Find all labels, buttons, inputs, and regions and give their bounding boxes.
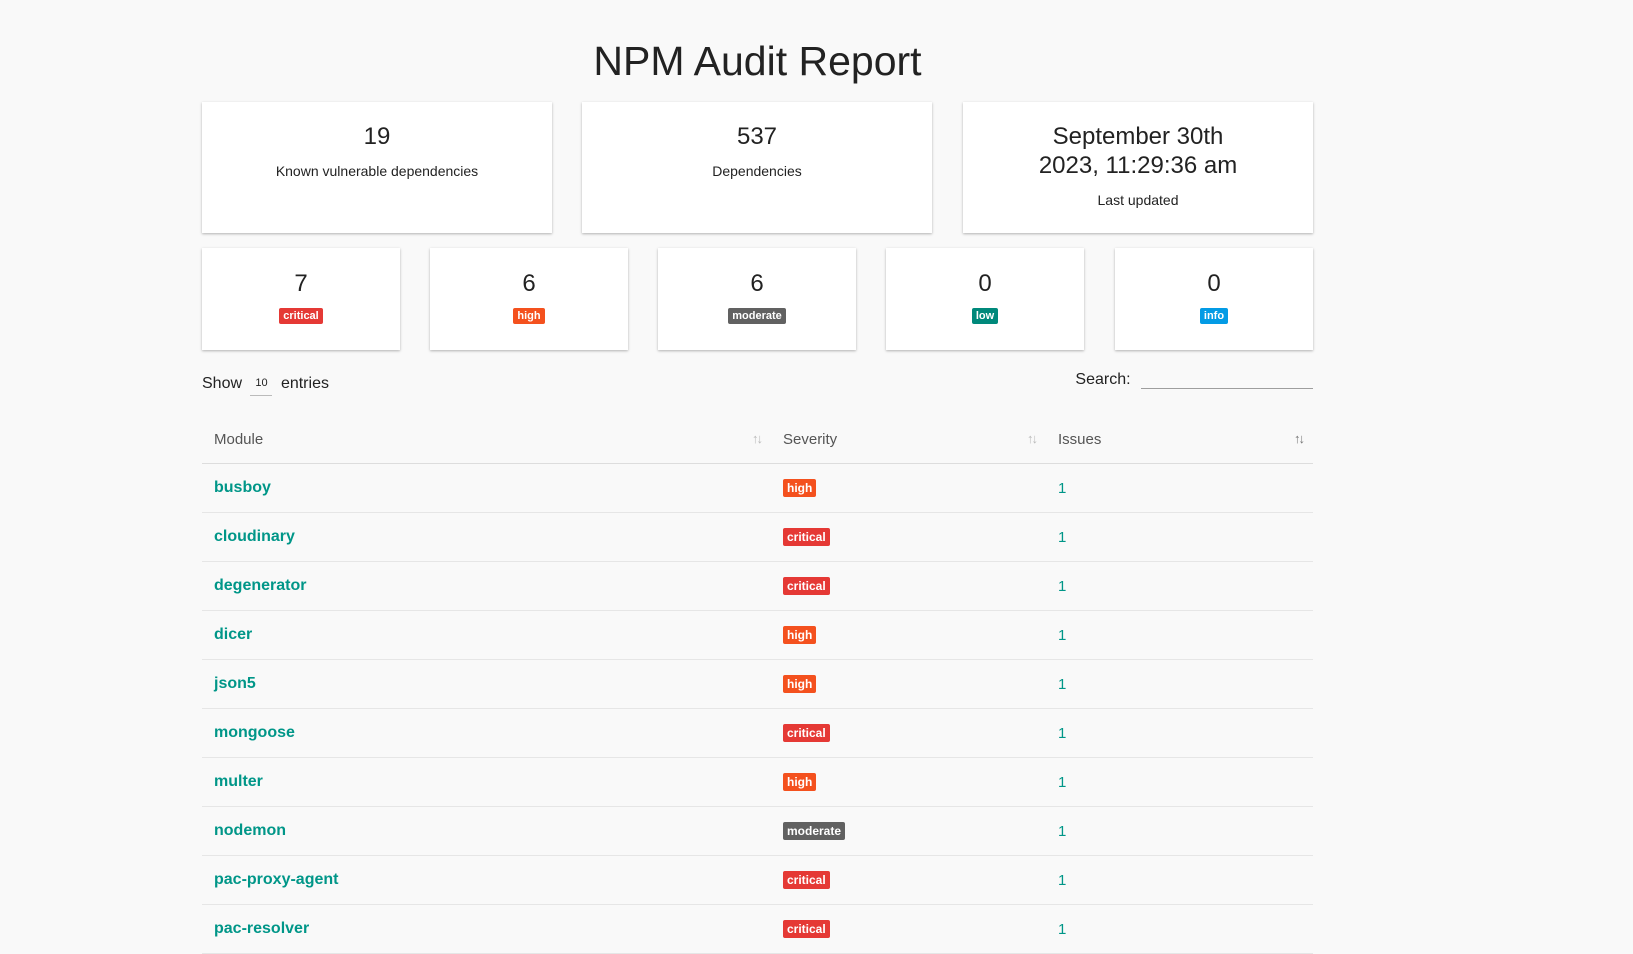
- module-link[interactable]: dicer: [202, 610, 771, 660]
- high-card: 6 high: [430, 248, 628, 350]
- severity-cell: high: [771, 659, 1046, 709]
- module-link[interactable]: nodemon: [202, 806, 771, 856]
- severity-cell: high: [771, 610, 1046, 660]
- table-header-row: Module ↑↓ Severity ↑↓ Issues ↑↓: [202, 415, 1313, 464]
- entries-label: entries: [280, 375, 329, 392]
- critical-badge: critical: [279, 308, 323, 324]
- severity-badge: high: [783, 773, 817, 791]
- module-link[interactable]: degenerator: [202, 561, 771, 611]
- low-card: 0 low: [886, 248, 1084, 350]
- issues-count: 1: [1046, 904, 1313, 954]
- module-link[interactable]: busboy: [202, 463, 771, 513]
- issues-count: 1: [1046, 512, 1313, 562]
- severity-cell: critical: [771, 855, 1046, 905]
- column-header-severity[interactable]: Severity ↑↓: [771, 415, 1046, 464]
- severity-cell: critical: [771, 512, 1046, 562]
- severity-cell: critical: [771, 561, 1046, 611]
- issues-count: 1: [1046, 610, 1313, 660]
- critical-card: 7 critical: [202, 248, 400, 350]
- critical-count: 7: [294, 270, 308, 297]
- page-title: NPM Audit Report: [593, 38, 922, 84]
- vulnerable-dependencies-card: 19 Known vulnerable dependencies: [202, 102, 552, 233]
- severity-badge: critical: [783, 528, 830, 546]
- search-control: Search:: [1075, 370, 1313, 389]
- module-link[interactable]: pac-resolver: [202, 904, 771, 954]
- issues-count: 1: [1046, 708, 1313, 758]
- issues-count: 1: [1046, 806, 1313, 856]
- dependencies-label: Dependencies: [712, 163, 802, 179]
- column-header-module[interactable]: Module ↑↓: [202, 415, 771, 464]
- issues-count: 1: [1046, 757, 1313, 807]
- high-count: 6: [522, 270, 536, 297]
- module-link[interactable]: mongoose: [202, 708, 771, 758]
- dependencies-card: 537 Dependencies: [582, 102, 932, 233]
- last-updated-label: Last updated: [1097, 192, 1179, 208]
- info-card: 0 info: [1115, 248, 1313, 350]
- last-updated-card: September 30th 2023, 11:29:36 am Last up…: [963, 102, 1313, 233]
- last-updated-value: September 30th 2023, 11:29:36 am: [1038, 123, 1238, 179]
- issues-count: 1: [1046, 659, 1313, 709]
- severity-cell: high: [771, 463, 1046, 513]
- info-count: 0: [1207, 270, 1221, 297]
- issues-count: 1: [1046, 855, 1313, 905]
- issues-count: 1: [1046, 463, 1313, 513]
- severity-badge: high: [783, 675, 817, 693]
- low-count: 0: [978, 270, 992, 297]
- table-row: pac-resolver critical 1: [202, 904, 1313, 954]
- module-link[interactable]: pac-proxy-agent: [202, 855, 771, 905]
- issues-count: 1: [1046, 561, 1313, 611]
- column-label-issues: Issues: [1058, 430, 1102, 448]
- severity-badge: critical: [783, 724, 830, 742]
- low-badge: low: [971, 308, 999, 324]
- moderate-count: 6: [750, 270, 764, 297]
- module-link[interactable]: json5: [202, 659, 771, 709]
- entries-length-control: Show 10 entries: [202, 375, 329, 396]
- search-input[interactable]: [1141, 370, 1313, 389]
- sort-arrows-icon: ↑↓: [752, 431, 763, 446]
- table-row: json5 high 1: [202, 659, 1313, 709]
- table-row: nodemon moderate 1: [202, 806, 1313, 856]
- module-link[interactable]: cloudinary: [202, 512, 771, 562]
- column-label-severity: Severity: [783, 430, 838, 448]
- entries-select[interactable]: 10: [250, 377, 273, 396]
- search-label: Search:: [1075, 371, 1131, 388]
- sort-arrows-icon: ↑↓: [1294, 431, 1305, 446]
- severity-cell: critical: [771, 904, 1046, 954]
- severity-badge: critical: [783, 577, 830, 595]
- vulnerable-label: Known vulnerable dependencies: [275, 163, 479, 179]
- severity-cell: critical: [771, 708, 1046, 758]
- table-row: multer high 1: [202, 757, 1313, 807]
- high-badge: high: [513, 308, 545, 324]
- severity-cell: high: [771, 757, 1046, 807]
- column-label-module: Module: [214, 430, 264, 448]
- severity-badge: high: [783, 626, 817, 644]
- table-row: mongoose critical 1: [202, 708, 1313, 758]
- module-link[interactable]: multer: [202, 757, 771, 807]
- moderate-card: 6 moderate: [658, 248, 856, 350]
- severity-badge: critical: [783, 871, 830, 889]
- moderate-badge: moderate: [728, 308, 786, 324]
- show-label: Show: [202, 375, 243, 392]
- table-row: cloudinary critical 1: [202, 512, 1313, 562]
- table-row: dicer high 1: [202, 610, 1313, 660]
- table-row: degenerator critical 1: [202, 561, 1313, 611]
- table-row: pac-proxy-agent critical 1: [202, 855, 1313, 905]
- vulnerable-count: 19: [363, 123, 391, 150]
- severity-badge: high: [783, 479, 817, 497]
- audit-table: Module ↑↓ Severity ↑↓ Issues ↑↓ busboy hi…: [202, 415, 1313, 954]
- sort-arrows-icon: ↑↓: [1027, 431, 1038, 446]
- table-controls: Show 10 entries Search:: [202, 365, 1313, 405]
- severity-badge: moderate: [783, 822, 846, 840]
- severity-cell: moderate: [771, 806, 1046, 856]
- severity-badge: critical: [783, 920, 830, 938]
- info-badge: info: [1199, 308, 1229, 324]
- table-row: busboy high 1: [202, 463, 1313, 513]
- column-header-issues[interactable]: Issues ↑↓: [1046, 415, 1313, 464]
- dependencies-count: 537: [736, 123, 778, 150]
